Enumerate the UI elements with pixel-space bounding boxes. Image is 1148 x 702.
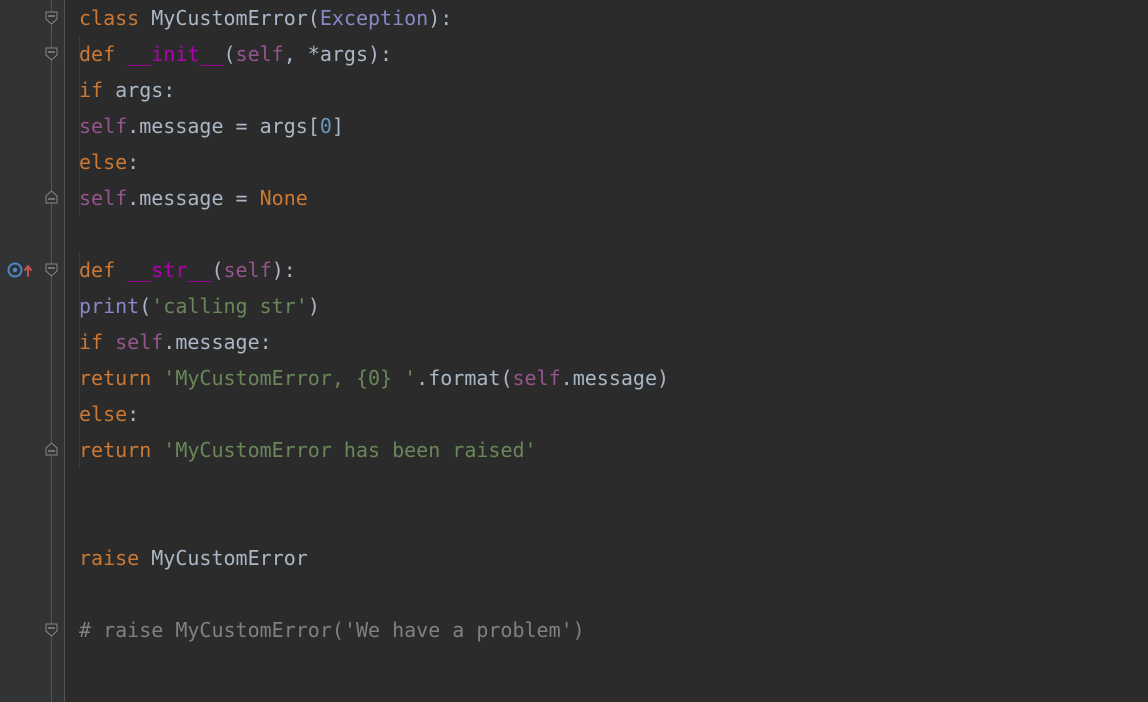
token: .message = xyxy=(127,180,259,216)
token: .message = args[ xyxy=(127,108,320,144)
token: ( xyxy=(211,252,223,288)
token: def xyxy=(79,36,127,72)
token: : xyxy=(127,396,139,432)
token: self xyxy=(79,180,127,216)
code-line[interactable] xyxy=(79,216,1148,252)
code-line[interactable]: self.message = args[0] xyxy=(79,108,1148,144)
code-line[interactable]: raise MyCustomError xyxy=(79,540,1148,576)
code-line[interactable]: else: xyxy=(79,396,1148,432)
code-line[interactable]: if args: xyxy=(79,72,1148,108)
token: Exception xyxy=(320,0,428,36)
token: class xyxy=(79,0,151,36)
token: 'MyCustomError has been raised' xyxy=(163,432,536,468)
token: .message) xyxy=(561,360,669,396)
code-line[interactable]: if self.message: xyxy=(79,324,1148,360)
token: .format( xyxy=(416,360,512,396)
token: self xyxy=(513,360,561,396)
gutter xyxy=(0,0,42,702)
token: , *args): xyxy=(284,36,392,72)
code-line[interactable]: return 'MyCustomError, {0} '.format(self… xyxy=(79,360,1148,396)
token: print xyxy=(79,288,139,324)
code-line[interactable]: class MyCustomError(Exception): xyxy=(79,0,1148,36)
token: # raise MyCustomError('We have a problem… xyxy=(79,612,585,648)
token: ( xyxy=(224,36,236,72)
token: .message: xyxy=(163,324,271,360)
code-line[interactable]: else: xyxy=(79,144,1148,180)
token: self xyxy=(236,36,284,72)
token: args: xyxy=(115,72,175,108)
token: return xyxy=(79,360,163,396)
token: 0 xyxy=(320,108,332,144)
fold-collapse-icon[interactable] xyxy=(44,10,59,25)
token: 'MyCustomError, {0} ' xyxy=(163,360,416,396)
token: __init__ xyxy=(127,36,223,72)
code-line[interactable] xyxy=(79,576,1148,612)
token: self xyxy=(115,324,163,360)
code-line[interactable] xyxy=(79,504,1148,540)
code-line[interactable]: def __str__(self): xyxy=(79,252,1148,288)
override-up-icon[interactable] xyxy=(4,252,38,288)
code-line[interactable]: def __init__(self, *args): xyxy=(79,36,1148,72)
fold-collapse-icon[interactable] xyxy=(44,622,59,637)
token: 'calling str' xyxy=(151,288,308,324)
token: ): xyxy=(272,252,296,288)
code-line[interactable]: self.message = None xyxy=(79,180,1148,216)
token: if xyxy=(79,72,115,108)
token: MyCustomError xyxy=(151,540,308,576)
token: ( xyxy=(139,288,151,324)
code-line[interactable] xyxy=(79,468,1148,504)
token: MyCustomError( xyxy=(151,0,320,36)
code-line[interactable]: print('calling str') xyxy=(79,288,1148,324)
fold-column xyxy=(42,0,65,702)
token: return xyxy=(79,432,163,468)
fold-end-icon xyxy=(44,442,59,457)
token: ) xyxy=(308,288,320,324)
token: self xyxy=(79,108,127,144)
code-area[interactable]: class MyCustomError(Exception): def __in… xyxy=(65,0,1148,702)
token: self xyxy=(224,252,272,288)
token: None xyxy=(260,180,308,216)
fold-collapse-icon[interactable] xyxy=(44,262,59,277)
code-line[interactable]: return 'MyCustomError has been raised' xyxy=(79,432,1148,468)
token: else xyxy=(79,144,127,180)
code-line[interactable]: # raise MyCustomError('We have a problem… xyxy=(79,612,1148,648)
token: __str__ xyxy=(127,252,211,288)
token: : xyxy=(127,144,139,180)
token: else xyxy=(79,396,127,432)
fold-collapse-icon[interactable] xyxy=(44,46,59,61)
token: def xyxy=(79,252,127,288)
fold-end-icon xyxy=(44,190,59,205)
code-editor[interactable]: class MyCustomError(Exception): def __in… xyxy=(0,0,1148,702)
token: ): xyxy=(428,0,452,36)
token: ] xyxy=(332,108,344,144)
token: if xyxy=(79,324,115,360)
token: raise xyxy=(79,540,151,576)
